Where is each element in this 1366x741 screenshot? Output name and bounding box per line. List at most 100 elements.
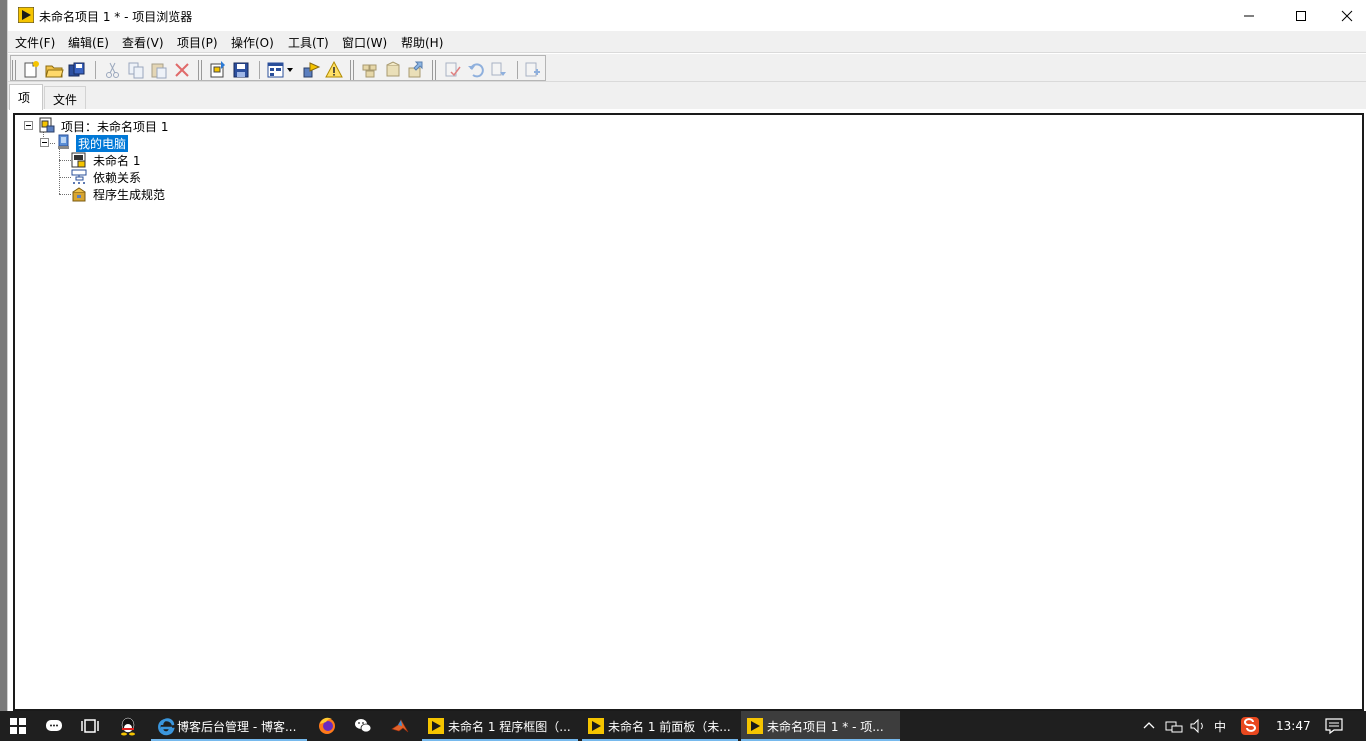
toolbar-grip-3[interactable] bbox=[350, 60, 354, 80]
windows-start-icon[interactable] bbox=[8, 716, 28, 736]
tree-line bbox=[59, 160, 71, 161]
taskbar-task-front-panel[interactable]: 未命名 1 前面板（未... bbox=[582, 711, 738, 741]
toolbar-separator-2 bbox=[259, 61, 260, 79]
labview-task-icon bbox=[588, 718, 604, 734]
menu-tools[interactable]: 工具(T) bbox=[288, 34, 329, 51]
taskbar-task-label: 未命名项目 1 * - 项... bbox=[767, 719, 884, 734]
toolbar-grip-4[interactable] bbox=[432, 60, 436, 80]
menu-window[interactable]: 窗口(W) bbox=[342, 34, 387, 51]
ime-indicator[interactable]: 中 bbox=[1214, 711, 1226, 741]
tab-items[interactable]: 项 bbox=[9, 84, 43, 110]
tree-item-build-specifications[interactable]: 程序生成规范 bbox=[93, 186, 165, 202]
wechat-icon[interactable] bbox=[353, 716, 373, 736]
tree-item-label: 未命名 1 bbox=[93, 153, 141, 168]
redo-icon[interactable] bbox=[489, 60, 509, 80]
clean-icon[interactable] bbox=[383, 60, 403, 80]
save-project-icon[interactable] bbox=[231, 60, 251, 80]
tree-item-dependencies[interactable]: 依赖关系 bbox=[93, 169, 141, 185]
check-icon[interactable] bbox=[443, 60, 463, 80]
minimize-icon bbox=[1244, 15, 1254, 16]
edge-browser-icon bbox=[158, 718, 175, 736]
computer-icon bbox=[58, 134, 69, 149]
tree-line bbox=[59, 147, 60, 194]
menu-project[interactable]: 项目(P) bbox=[177, 34, 218, 51]
collapse-computer-toggle[interactable] bbox=[40, 138, 49, 147]
menu-edit[interactable]: 编辑(E) bbox=[68, 34, 109, 51]
tab-bar: 项 文件 bbox=[8, 82, 1366, 110]
app-root: 未命名项目 1 * - 项目浏览器 文件(F) 编辑(E) 查看(V) 项目(P… bbox=[0, 0, 1366, 741]
tree-item-my-computer[interactable]: 我的电脑 bbox=[76, 134, 129, 152]
tree-item-label: 项目：未命名项目 1 bbox=[61, 119, 169, 134]
project-tree[interactable]: 项目：未命名项目 1 我的电脑 未命名 1 依赖关系 程序生成规范 bbox=[13, 113, 1364, 711]
menu-file[interactable]: 文件(F) bbox=[15, 34, 55, 51]
cortana-chat-icon[interactable] bbox=[44, 716, 64, 736]
tree-line bbox=[59, 177, 71, 178]
undo-icon[interactable] bbox=[466, 60, 486, 80]
tree-item-label: 我的电脑 bbox=[76, 134, 129, 152]
labview-task-icon bbox=[747, 718, 763, 734]
vi-icon bbox=[71, 152, 86, 168]
tree-item-label: 程序生成规范 bbox=[93, 187, 166, 202]
window-title: 未命名项目 1 * - 项目浏览器 bbox=[39, 10, 193, 24]
dependencies-icon bbox=[71, 169, 87, 184]
warning-icon[interactable] bbox=[324, 60, 344, 80]
add-file-icon[interactable] bbox=[208, 60, 228, 80]
labview-logo-icon bbox=[18, 7, 34, 23]
cut-icon[interactable] bbox=[103, 60, 123, 80]
taskbar-task-block-diagram[interactable]: 未命名 1 程序框图（... bbox=[422, 711, 578, 741]
chevron-down-icon[interactable] bbox=[285, 60, 295, 80]
tab-files[interactable]: 文件 bbox=[44, 86, 86, 109]
taskbar-task-label: 未命名 1 程序框图（... bbox=[448, 719, 571, 734]
tree-line bbox=[59, 194, 71, 195]
view-icon[interactable] bbox=[266, 60, 286, 80]
action-center-icon[interactable] bbox=[1324, 716, 1344, 736]
minimize-button[interactable] bbox=[1226, 0, 1272, 31]
toolbar-frame bbox=[10, 55, 546, 81]
toolbar-grip[interactable] bbox=[12, 60, 16, 80]
save-all-icon[interactable] bbox=[67, 60, 87, 80]
build-spec-icon bbox=[72, 187, 86, 202]
taskbar: 博客后台管理 - 博客... 未命名 1 程序框图（... 未命名 1 前面板（… bbox=[0, 711, 1366, 741]
clock-time[interactable]: 13:47 bbox=[1276, 711, 1311, 741]
collapse-root-toggle[interactable] bbox=[24, 121, 33, 130]
left-edge bbox=[0, 0, 7, 711]
delete-icon[interactable] bbox=[172, 60, 192, 80]
tree-item-project-root[interactable]: 项目：未命名项目 1 bbox=[61, 118, 168, 134]
deploy-icon[interactable] bbox=[406, 60, 426, 80]
taskbar-task-browser[interactable]: 博客后台管理 - 博客... bbox=[151, 711, 307, 741]
open-folder-icon[interactable] bbox=[44, 60, 64, 80]
taskbar-task-label: 未命名 1 前面板（未... bbox=[608, 719, 731, 734]
close-button[interactable] bbox=[1324, 0, 1366, 31]
qq-icon[interactable] bbox=[118, 716, 138, 736]
copy-icon[interactable] bbox=[126, 60, 146, 80]
tree-item-label: 依赖关系 bbox=[93, 170, 142, 185]
zoom-icon[interactable] bbox=[523, 60, 543, 80]
new-icon[interactable] bbox=[21, 60, 41, 80]
toolbar-separator-3 bbox=[517, 61, 518, 79]
volume-icon[interactable] bbox=[1188, 716, 1208, 736]
task-view-icon[interactable] bbox=[80, 716, 100, 736]
menu-bar: 文件(F) 编辑(E) 查看(V) 项目(P) 操作(O) 工具(T) 窗口(W… bbox=[8, 31, 1366, 53]
title-bar[interactable]: 未命名项目 1 * - 项目浏览器 bbox=[8, 0, 1366, 31]
filter-icon[interactable] bbox=[301, 60, 321, 80]
chevron-up-icon[interactable] bbox=[1141, 716, 1157, 736]
toolbar-grip-2[interactable] bbox=[198, 60, 202, 80]
project-icon bbox=[39, 117, 55, 133]
tree-item-vi[interactable]: 未命名 1 bbox=[93, 152, 140, 168]
taskbar-task-label: 博客后台管理 - 博客... bbox=[177, 719, 297, 734]
firefox-icon[interactable] bbox=[317, 716, 337, 736]
labview-task-icon bbox=[428, 718, 444, 734]
maximize-button[interactable] bbox=[1278, 0, 1324, 31]
menu-help[interactable]: 帮助(H) bbox=[401, 34, 443, 51]
build-icon[interactable] bbox=[360, 60, 380, 80]
taskbar-task-project-explorer[interactable]: 未命名项目 1 * - 项... bbox=[741, 711, 900, 741]
paste-icon[interactable] bbox=[149, 60, 169, 80]
menu-operate[interactable]: 操作(O) bbox=[231, 34, 274, 51]
network-icon[interactable] bbox=[1164, 716, 1184, 736]
maximize-icon bbox=[1296, 10, 1306, 21]
matlab-icon[interactable] bbox=[390, 716, 410, 736]
toolbar-separator bbox=[95, 61, 96, 79]
sogou-input-icon[interactable] bbox=[1240, 716, 1260, 736]
menu-view[interactable]: 查看(V) bbox=[122, 34, 164, 51]
toolbar bbox=[8, 54, 1366, 82]
